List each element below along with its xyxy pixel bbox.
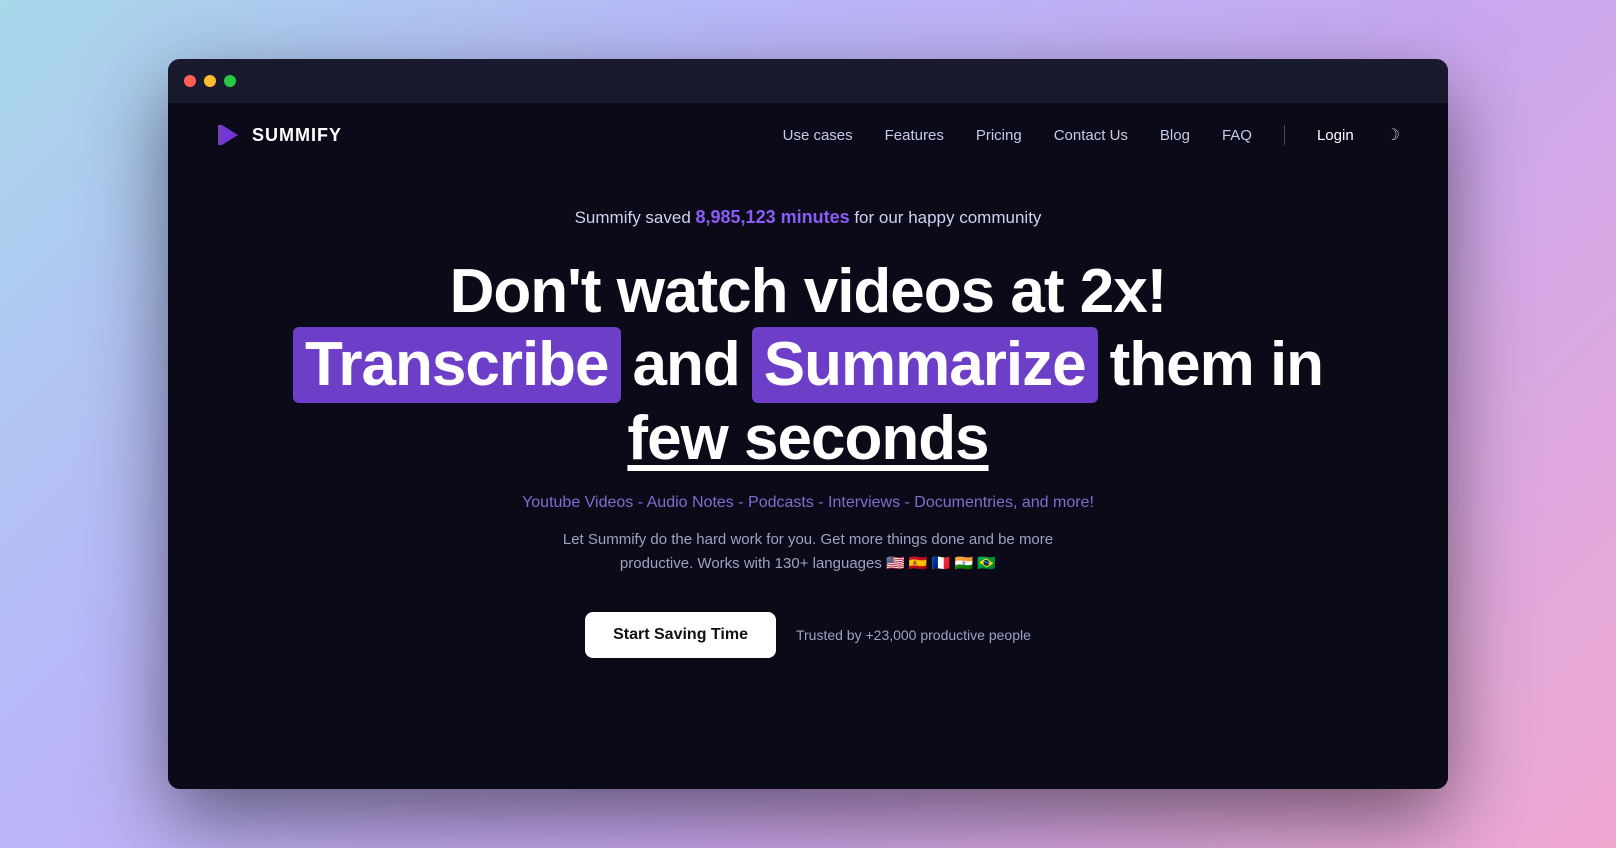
hero-title-line1: Don't watch videos at 2x! xyxy=(293,256,1323,327)
nav-blog[interactable]: Blog xyxy=(1160,127,1190,144)
subtitle-desc-line2: productive. Works with 130+ languages 🇺🇸… xyxy=(620,555,996,572)
traffic-light-red[interactable] xyxy=(184,75,196,87)
trusted-text: Trusted by +23,000 productive people xyxy=(796,627,1031,643)
subtitle-desc-line1: Let Summify do the hard work for you. Ge… xyxy=(563,531,1053,548)
cta-row: Start Saving Time Trusted by +23,000 pro… xyxy=(585,612,1031,658)
hero-section: Summify saved 8,985,123 minutes for our … xyxy=(168,167,1448,658)
logo-text: SUMMIFY xyxy=(252,125,342,146)
browser-window: SUMMIFY Use cases Features Pricing Conta… xyxy=(168,59,1448,789)
nav-use-cases[interactable]: Use cases xyxy=(783,127,853,144)
hero-title-line3: few seconds xyxy=(293,403,1323,474)
stat-suffix: for our happy community xyxy=(850,208,1042,227)
nav-links: Use cases Features Pricing Contact Us Bl… xyxy=(783,125,1400,145)
logo[interactable]: SUMMIFY xyxy=(216,121,342,149)
navbar: SUMMIFY Use cases Features Pricing Conta… xyxy=(168,103,1448,167)
nav-pricing[interactable]: Pricing xyxy=(976,127,1022,144)
nav-features[interactable]: Features xyxy=(885,127,944,144)
hero-highlight-transcribe: Transcribe xyxy=(293,327,621,402)
subtitle-features: Youtube Videos - Audio Notes - Podcasts … xyxy=(522,494,1094,512)
hero-title: Don't watch videos at 2x! Transcribe and… xyxy=(293,256,1323,474)
stat-prefix: Summify saved xyxy=(575,208,696,227)
hero-title-line2: Transcribe and Summarize them in xyxy=(293,327,1323,402)
browser-chrome xyxy=(168,59,1448,103)
hero-and: and xyxy=(633,329,740,400)
stat-number: 8,985,123 minutes xyxy=(696,207,850,227)
nav-login[interactable]: Login xyxy=(1317,127,1354,144)
traffic-light-green[interactable] xyxy=(224,75,236,87)
logo-icon xyxy=(216,121,244,149)
subtitle-desc: Let Summify do the hard work for you. Ge… xyxy=(563,528,1053,576)
stat-banner: Summify saved 8,985,123 minutes for our … xyxy=(575,207,1042,228)
cta-button[interactable]: Start Saving Time xyxy=(585,612,776,658)
hero-highlight-summarize: Summarize xyxy=(752,327,1098,402)
nav-contact[interactable]: Contact Us xyxy=(1054,127,1128,144)
nav-divider xyxy=(1284,125,1285,145)
dark-mode-icon[interactable]: ☽ xyxy=(1386,125,1400,145)
hero-line2-suffix: them in xyxy=(1110,329,1323,400)
nav-faq[interactable]: FAQ xyxy=(1222,127,1252,144)
browser-content: SUMMIFY Use cases Features Pricing Conta… xyxy=(168,103,1448,789)
traffic-light-yellow[interactable] xyxy=(204,75,216,87)
